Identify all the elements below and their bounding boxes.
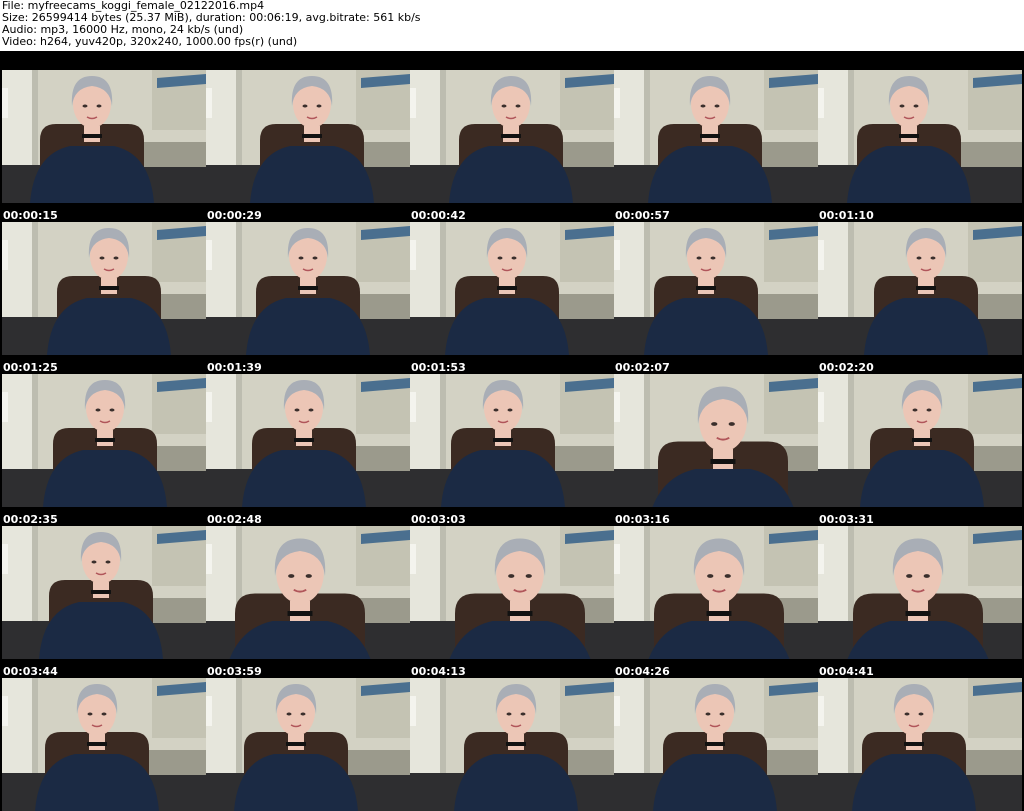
thumbnail-cell: 00:04:26 bbox=[614, 526, 818, 678]
thumbnail-cell: 00:04:41 bbox=[818, 526, 1022, 678]
video-frame-thumbnail bbox=[818, 222, 1022, 355]
video-info-line: Video: h264, yuv420p, 320x240, 1000.00 f… bbox=[2, 35, 298, 48]
video-frame-thumbnail bbox=[2, 222, 206, 355]
thumbnail-cell: 00:04:54 bbox=[2, 678, 206, 811]
thumbnail-cell: 00:05:09 bbox=[206, 678, 410, 811]
video-frame-thumbnail bbox=[206, 678, 410, 811]
video-frame-thumbnail bbox=[2, 678, 206, 811]
thumbnail-cell: 00:05:36 bbox=[614, 678, 818, 811]
thumbnail-timestamp: 00:02:07 bbox=[615, 361, 670, 374]
thumbnail-cell: 00:02:35 bbox=[2, 374, 206, 526]
thumbnail-timestamp: 00:00:57 bbox=[615, 209, 670, 222]
video-frame-thumbnail bbox=[410, 526, 614, 659]
thumbnail-timestamp: 00:03:31 bbox=[819, 513, 874, 526]
video-frame-thumbnail bbox=[206, 374, 410, 507]
video-frame-thumbnail bbox=[2, 374, 206, 507]
video-frame-thumbnail bbox=[2, 70, 206, 203]
thumbnail-cell: 00:05:22 bbox=[410, 678, 614, 811]
thumbnail-timestamp: 00:00:42 bbox=[411, 209, 466, 222]
video-frame-thumbnail bbox=[818, 70, 1022, 203]
thumbnail-timestamp: 00:01:53 bbox=[411, 361, 466, 374]
thumbnail-timestamp: 00:01:10 bbox=[819, 209, 874, 222]
contact-sheet-page: File: myfreecams_koggi_female_02122016.m… bbox=[0, 0, 1024, 811]
thumbnail-timestamp: 00:02:48 bbox=[207, 513, 262, 526]
video-frame-thumbnail bbox=[818, 526, 1022, 659]
video-frame-thumbnail bbox=[410, 374, 614, 507]
video-frame-thumbnail bbox=[410, 222, 614, 355]
thumbnail-cell: 00:03:31 bbox=[818, 374, 1022, 526]
thumbnail-timestamp: 00:01:39 bbox=[207, 361, 262, 374]
thumbnail-timestamp: 00:03:03 bbox=[411, 513, 466, 526]
thumbnail-cell: 00:01:10 bbox=[818, 70, 1022, 222]
thumbnail-cell: 00:03:03 bbox=[410, 374, 614, 526]
video-frame-thumbnail bbox=[614, 222, 818, 355]
thumbnail-cell: 00:03:44 bbox=[2, 526, 206, 678]
video-frame-thumbnail bbox=[206, 70, 410, 203]
thumbnail-cell: 00:01:25 bbox=[2, 222, 206, 374]
thumbnail-timestamp: 00:01:25 bbox=[3, 361, 58, 374]
thumbnail-cell: 00:02:07 bbox=[614, 222, 818, 374]
video-frame-thumbnail bbox=[614, 526, 818, 659]
video-frame-thumbnail bbox=[206, 526, 410, 659]
video-frame-thumbnail bbox=[818, 678, 1022, 811]
video-frame-thumbnail bbox=[410, 70, 614, 203]
thumbnail-cell: 00:05:51 bbox=[818, 678, 1022, 811]
thumbnail-cell: 00:00:29 bbox=[206, 70, 410, 222]
video-frame-thumbnail bbox=[206, 222, 410, 355]
thumbnail-timestamp: 00:04:13 bbox=[411, 665, 466, 678]
video-frame-thumbnail bbox=[614, 70, 818, 203]
video-frame-thumbnail bbox=[818, 374, 1022, 507]
thumbnail-timestamp: 00:02:20 bbox=[819, 361, 874, 374]
thumbnail-timestamp: 00:04:26 bbox=[615, 665, 670, 678]
thumbnail-cell: 00:00:15 bbox=[2, 70, 206, 222]
thumbnail-cell: 00:01:39 bbox=[206, 222, 410, 374]
thumbnail-cell: 00:03:16 bbox=[614, 374, 818, 526]
thumbnail-timestamp: 00:03:59 bbox=[207, 665, 262, 678]
thumbnail-cell: 00:00:42 bbox=[410, 70, 614, 222]
thumbnail-cell: 00:00:57 bbox=[614, 70, 818, 222]
video-frame-thumbnail bbox=[410, 678, 614, 811]
thumbnail-timestamp: 00:00:29 bbox=[207, 209, 262, 222]
thumbnail-timestamp: 00:03:44 bbox=[3, 665, 58, 678]
file-info-header: File: myfreecams_koggi_female_02122016.m… bbox=[0, 0, 1024, 51]
thumbnail-cell: 00:02:48 bbox=[206, 374, 410, 526]
video-frame-thumbnail bbox=[2, 526, 206, 659]
thumbnail-timestamp: 00:04:41 bbox=[819, 665, 874, 678]
video-frame-thumbnail bbox=[614, 678, 818, 811]
thumbnail-timestamp: 00:03:16 bbox=[615, 513, 670, 526]
video-frame-thumbnail bbox=[614, 374, 818, 507]
thumbnail-timestamp: 00:00:15 bbox=[3, 209, 58, 222]
thumbnail-grid: 00:00:15 00:00:29 00:00:42 00:00:57 00:01:10… bbox=[0, 51, 1024, 811]
thumbnail-timestamp: 00:02:35 bbox=[3, 513, 58, 526]
thumbnail-cell: 00:01:53 bbox=[410, 222, 614, 374]
thumbnail-cell: 00:04:13 bbox=[410, 526, 614, 678]
thumbnail-cell: 00:02:20 bbox=[818, 222, 1022, 374]
thumbnail-cell: 00:03:59 bbox=[206, 526, 410, 678]
